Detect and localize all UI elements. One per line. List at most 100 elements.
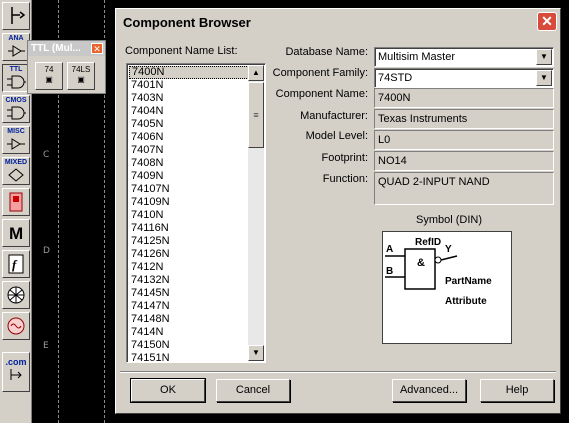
mixed-family-button[interactable]: MIXED <box>2 157 30 185</box>
scroll-thumb[interactable]: ≡ <box>248 82 264 148</box>
list-item[interactable]: 7400N <box>129 66 249 79</box>
misc-label: MISC <box>7 128 25 135</box>
analog-label: ANA <box>8 35 24 42</box>
list-item[interactable]: 74148N <box>129 313 249 326</box>
function-icon: f <box>8 254 24 274</box>
component-browser-dialog: Component Browser ✕ Component Name List:… <box>115 8 561 414</box>
list-item[interactable]: 7414N <box>129 326 249 339</box>
chip-icon: ▣ <box>45 75 53 84</box>
list-item[interactable]: 7403N <box>129 92 249 105</box>
svg-text:M: M <box>9 224 23 243</box>
component-family-value: 74STD <box>378 72 413 84</box>
list-item[interactable]: 74132N <box>129 274 249 287</box>
footprint-value: NO14 <box>378 155 407 167</box>
chevron-down-icon[interactable]: ▼ <box>536 70 552 86</box>
list-item[interactable]: 74116N <box>129 222 249 235</box>
misc-icon <box>7 138 25 150</box>
chevron-down-icon[interactable]: ▼ <box>536 49 552 65</box>
symbol-pin-y: Y <box>445 244 452 255</box>
button-separator <box>120 371 556 373</box>
list-item[interactable]: 74107N <box>129 183 249 196</box>
electromechanical-button[interactable] <box>2 312 30 340</box>
cancel-button[interactable]: Cancel <box>216 379 290 402</box>
symbol-pin-b: B <box>386 266 393 277</box>
list-item[interactable]: 74147N <box>129 300 249 313</box>
list-item[interactable]: 7409N <box>129 170 249 183</box>
rf-icon <box>7 286 25 304</box>
database-name-value: Multisim Master <box>378 51 456 63</box>
electromechanical-icon <box>7 317 25 335</box>
com-button[interactable]: .com <box>2 352 30 392</box>
com-icon <box>10 369 22 380</box>
ttl-74ls-label: 74LS <box>71 65 91 74</box>
cmos-family-button[interactable]: CMOS <box>2 95 30 123</box>
advanced-button[interactable]: Advanced... <box>392 379 466 402</box>
ttl-74-button[interactable]: 74 ▣ <box>35 62 63 90</box>
list-item[interactable]: 74109N <box>129 196 249 209</box>
rf-button[interactable] <box>2 281 30 309</box>
dialog-title: Component Browser <box>123 15 251 30</box>
gate-and-sign: & <box>417 257 425 269</box>
footprint-field: NO14 <box>374 151 554 171</box>
output-line <box>440 255 458 261</box>
ttl-family-button[interactable]: TTL <box>2 64 30 92</box>
list-item[interactable]: 7405N <box>129 118 249 131</box>
symbol-refid: RefID <box>415 237 441 248</box>
list-item[interactable]: 74150N <box>129 339 249 352</box>
close-icon: ✕ <box>541 13 553 29</box>
ttl-74-label: 74 <box>44 65 54 74</box>
symbol-partname: PartName <box>445 276 492 287</box>
down-arrow-icon: ▼ <box>252 348 260 357</box>
ttl-palette-close-button[interactable]: ✕ <box>91 43 103 54</box>
ttl-74ls-button[interactable]: 74LS ▣ <box>67 62 95 90</box>
list-item[interactable]: 74125N <box>129 235 249 248</box>
symbol-attribute: Attribute <box>445 296 487 307</box>
list-item[interactable]: 74145N <box>129 287 249 300</box>
list-item[interactable]: 74151N <box>129 352 249 362</box>
mixed-label: MIXED <box>4 159 28 166</box>
scroll-down-button[interactable]: ▼ <box>248 345 264 361</box>
close-button[interactable]: ✕ <box>537 12 557 31</box>
model-level-field: L0 <box>374 130 554 150</box>
ok-button[interactable]: OK <box>130 378 206 403</box>
m-icon: M <box>9 224 23 243</box>
manufacturer-field: Texas Instruments <box>374 109 554 129</box>
component-name-list[interactable]: 7400N 7401N 7403N 7404N 7405N 7406N 7407N 7408N… <box>126 63 266 363</box>
indicator-family-button[interactable] <box>2 188 30 216</box>
analog-family-button[interactable]: ANA <box>2 33 30 61</box>
symbol-pin-a: A <box>386 244 393 255</box>
list-item[interactable]: 7410N <box>129 209 249 222</box>
list-item[interactable]: 7401N <box>129 79 249 92</box>
function-button[interactable]: f <box>2 250 30 278</box>
inversion-bubble <box>434 256 442 264</box>
manufacturer-value: Texas Instruments <box>378 113 468 125</box>
list-item[interactable]: 74126N <box>129 248 249 261</box>
cmos-icon <box>7 106 26 120</box>
database-name-select[interactable]: Multisim Master ▼ <box>374 47 554 67</box>
zone-marker-c: C <box>43 150 50 160</box>
ttl-label: TTL <box>9 66 23 73</box>
symbol-preview: RefID A B Y & PartName Attribute <box>382 231 512 344</box>
function-field: QUAD 2-INPUT NAND <box>374 172 554 205</box>
footprint-label: Footprint: <box>321 152 368 164</box>
model-level-label: Model Level: <box>305 130 368 142</box>
list-item[interactable]: 7406N <box>129 131 249 144</box>
pointer-button[interactable] <box>2 2 30 30</box>
misc-digital-button[interactable]: M <box>2 219 30 247</box>
list-item[interactable]: 7408N <box>129 157 249 170</box>
list-scrollbar[interactable]: ▲ ≡ ▼ <box>248 65 264 361</box>
scroll-up-button[interactable]: ▲ <box>248 65 264 81</box>
pointer-icon <box>11 7 26 24</box>
chip-icon: ▣ <box>77 75 85 84</box>
list-item[interactable]: 7412N <box>129 261 249 274</box>
component-name-value: 7400N <box>378 92 411 104</box>
list-item[interactable]: 7404N <box>129 105 249 118</box>
help-button[interactable]: Help <box>480 379 554 402</box>
cmos-label: CMOS <box>5 97 27 104</box>
mixed-icon <box>8 168 24 182</box>
misc-family-button[interactable]: MISC <box>2 126 30 154</box>
component-family-select[interactable]: 74STD ▼ <box>374 68 554 88</box>
list-item[interactable]: 7407N <box>129 144 249 157</box>
ttl-icon <box>7 75 26 89</box>
dialog-titlebar[interactable]: Component Browser ✕ <box>118 11 558 33</box>
